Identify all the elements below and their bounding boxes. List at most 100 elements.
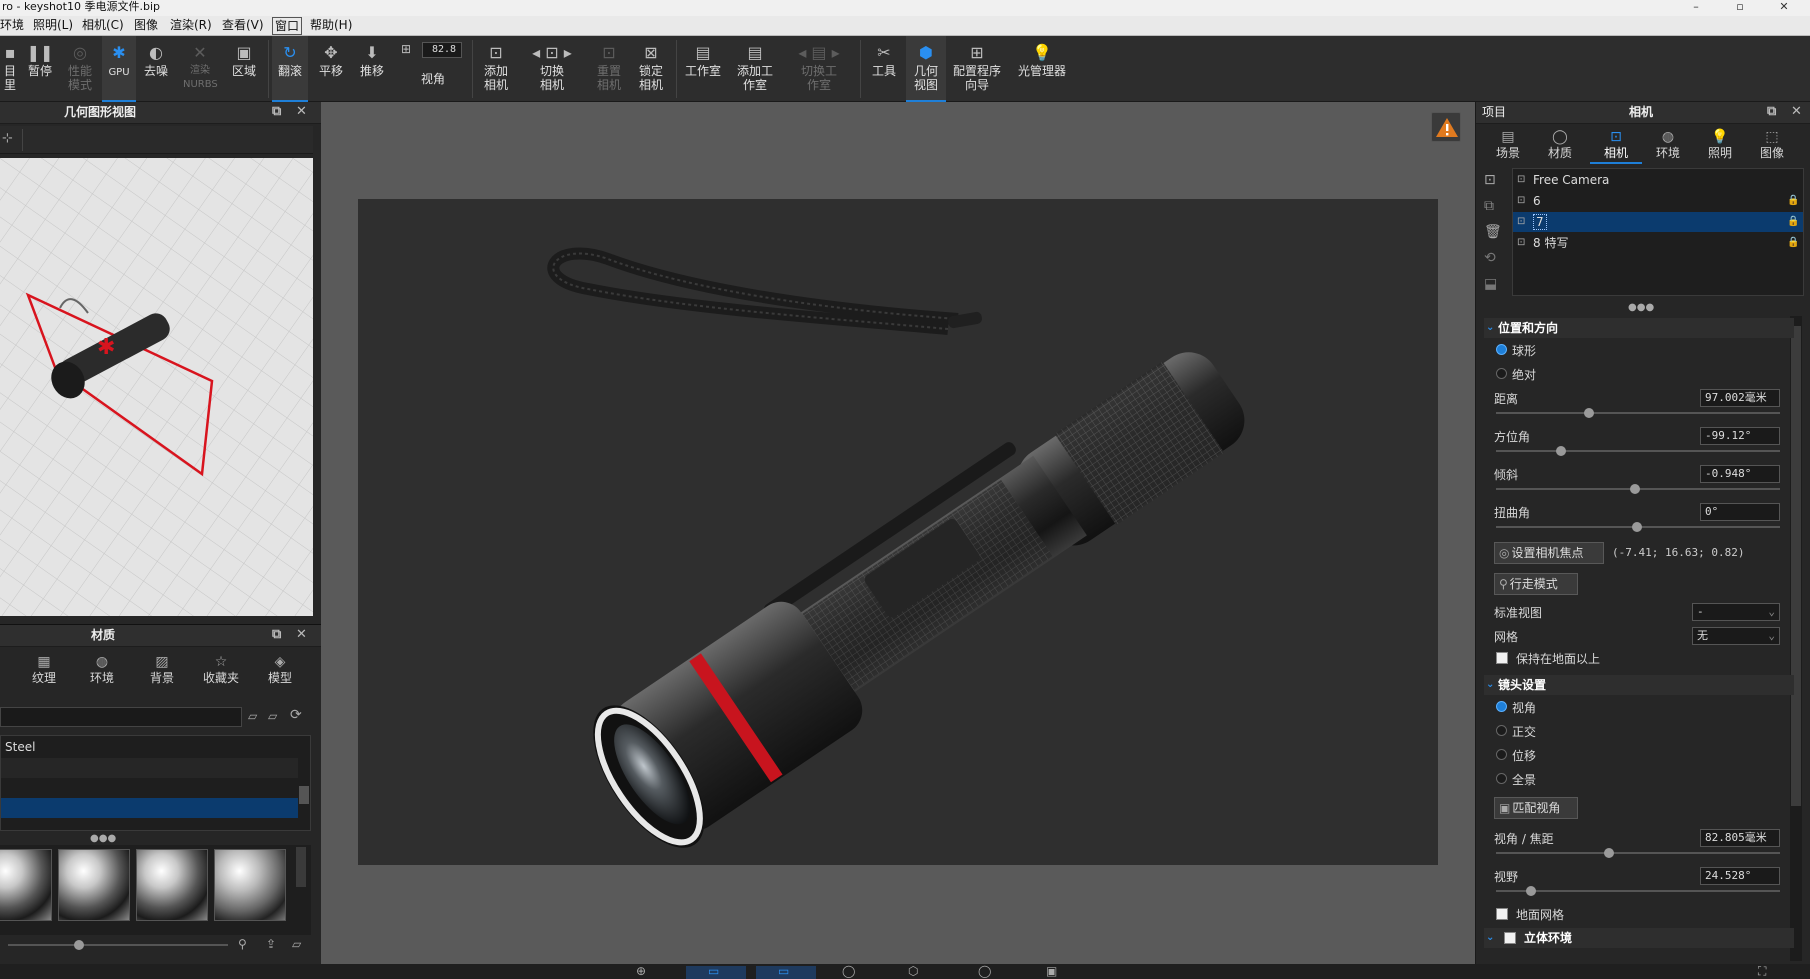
fov-input[interactable]: 82.8 (422, 42, 462, 58)
scrollbar-thumb[interactable] (1791, 326, 1801, 806)
thumbnail-size-knob[interactable] (74, 940, 84, 950)
toolbar-add-camera-button[interactable]: ⊡ 添加相机 (476, 36, 516, 102)
inclination-slider-knob[interactable] (1630, 484, 1640, 494)
toolbar-studio-button[interactable]: ▤ 工作室 (680, 36, 726, 102)
refresh-icon[interactable]: ⟳ (290, 707, 302, 723)
camera-list-item-selected[interactable]: ⊡ 7 🔒 (1513, 212, 1803, 232)
toolbar-gpu-button[interactable]: ✱ GPU (102, 36, 136, 102)
tab-image[interactable]: ⬚ 图像 (1750, 128, 1794, 164)
radio-panoramic[interactable] (1496, 773, 1507, 784)
material-tab-favorites[interactable]: ☆ 收藏夹 (198, 653, 244, 689)
toolbar-tools-button[interactable]: ✂ 工具 (864, 36, 904, 102)
distance-slider-knob[interactable] (1584, 408, 1594, 418)
tab-camera[interactable]: ⊡ 相机 (1590, 128, 1642, 164)
float-panel-icon[interactable]: ⧉ (272, 102, 281, 122)
radio-absolute[interactable] (1496, 368, 1507, 379)
menu-view[interactable]: 查看(V) (222, 16, 264, 36)
geometry-viewport[interactable]: ✱ (0, 158, 313, 616)
material-thumbnail[interactable] (0, 849, 52, 921)
material-tab-texture[interactable]: ▦ 纹理 (22, 653, 66, 689)
lock-icon[interactable]: 🔒 (1787, 233, 1799, 253)
field-of-view-slider[interactable] (1496, 890, 1780, 892)
camera-list-item[interactable]: ⊡ 8 特写 🔒 (1513, 233, 1803, 253)
reset-icon[interactable]: ⟲ (1484, 250, 1496, 266)
tab-lighting[interactable]: 💡 照明 (1698, 128, 1742, 164)
material-thumbnail[interactable] (58, 849, 130, 921)
material-search-input[interactable] (0, 707, 242, 727)
field-of-view-input[interactable]: 24.528° (1700, 867, 1780, 885)
material-folder-list[interactable]: Steel (0, 735, 311, 831)
properties-scrollbar[interactable] (1790, 316, 1802, 961)
menu-image[interactable]: 图像 (134, 16, 158, 36)
azimuth-slider[interactable] (1496, 450, 1780, 452)
minimize-button[interactable]: – (1676, 0, 1716, 16)
azimuth-slider-knob[interactable] (1556, 446, 1566, 456)
import-icon[interactable]: ⊕ (636, 964, 646, 978)
thumbnail-size-slider[interactable] (8, 944, 228, 946)
folder-open-icon[interactable]: ▱ (248, 709, 257, 723)
close-window-button[interactable]: ✕ (1764, 0, 1804, 16)
walk-mode-button[interactable]: ⚲ 行走模式 (1494, 573, 1578, 595)
toolbar-performance-button[interactable]: ◎ 性能模式 (62, 36, 98, 102)
twist-slider-knob[interactable] (1632, 522, 1642, 532)
material-tab-model[interactable]: ◈ 模型 (258, 653, 302, 689)
menu-render[interactable]: 渲染(R) (170, 16, 212, 36)
toolbar-nurbs-button[interactable]: ✕ 渲染NURBS (178, 36, 222, 102)
distance-input[interactable]: 97.002毫米 (1700, 389, 1780, 407)
menu-help[interactable]: 帮助(H) (310, 16, 352, 36)
camera-list-item[interactable]: ⊡ 6 🔒 (1513, 191, 1803, 211)
keep-above-ground-checkbox[interactable] (1496, 652, 1508, 664)
tab-material[interactable]: ◯ 材质 (1538, 128, 1582, 164)
match-perspective-button[interactable]: ▣ 匹配视角 (1494, 797, 1578, 819)
stereo-checkbox[interactable] (1504, 932, 1516, 944)
field-of-view-slider-knob[interactable] (1526, 886, 1536, 896)
library-toggle-button[interactable]: ▭ (686, 964, 746, 979)
toolbar-denoise-button[interactable]: ◐ 去噪 (138, 36, 174, 102)
splitter-handle[interactable]: ●●● (1628, 302, 1654, 313)
folder-add-icon[interactable]: ▱ (268, 709, 277, 723)
standard-view-select[interactable]: - ⌄ (1692, 603, 1780, 621)
material-thumbnail[interactable] (136, 849, 208, 921)
radio-perspective[interactable] (1496, 701, 1507, 712)
section-position-header[interactable]: ⌄ 位置和方向 (1484, 318, 1794, 338)
lock-icon[interactable]: 🔒 (1787, 212, 1799, 232)
radio-shift[interactable] (1496, 749, 1507, 760)
duplicate-camera-icon[interactable]: ⧉ (1484, 198, 1494, 214)
ground-grid-checkbox[interactable] (1496, 908, 1508, 920)
splitter-handle[interactable]: ●●● (90, 833, 116, 844)
azimuth-input[interactable]: -99.12° (1700, 427, 1780, 445)
toolbar-switch-studio-button[interactable]: ◂ ▤ ▸ 切换工作室 (786, 36, 852, 102)
grid-select[interactable]: 无 ⌄ (1692, 627, 1780, 645)
upload-icon[interactable]: ⇪ (266, 937, 276, 951)
gizmo-icon[interactable]: ⊹ (2, 131, 13, 146)
toolbar-lock-camera-button[interactable]: ⊠ 锁定相机 (632, 36, 670, 102)
scrollbar[interactable] (296, 847, 306, 887)
close-panel-icon[interactable]: ✕ (1791, 102, 1802, 122)
material-tab-background[interactable]: ▨ 背景 (140, 653, 184, 689)
toolbar-add-studio-button[interactable]: ▤ 添加工作室 (730, 36, 780, 102)
render-icon[interactable]: ◯ (978, 964, 991, 978)
search-icon[interactable]: ⚲ (238, 937, 247, 951)
add-camera-icon[interactable]: ⊡ (1484, 172, 1496, 188)
toolbar-configurator-button[interactable]: ⊞ 配置程序向导 (950, 36, 1004, 102)
toolbar-pause-button[interactable]: ❚❚ 暂停 (22, 36, 58, 102)
menu-environment[interactable]: 环境 (0, 16, 24, 36)
radio-spherical[interactable] (1496, 344, 1507, 355)
maximize-button[interactable]: ▫ (1720, 0, 1760, 16)
project-toggle-button[interactable]: ▭ (756, 964, 816, 979)
tab-scene[interactable]: ▤ 场景 (1486, 128, 1530, 164)
radio-orthographic[interactable] (1496, 725, 1507, 736)
material-thumbnail[interactable] (214, 849, 286, 921)
menu-window[interactable]: 窗口 (272, 17, 303, 35)
screenshot-icon[interactable]: ▣ (1046, 964, 1057, 978)
toolbar-pan-button[interactable]: ✥ 平移 (312, 36, 350, 102)
delete-icon[interactable]: 🗑 (1484, 224, 1502, 240)
focal-length-slider[interactable] (1496, 852, 1780, 854)
toolbar-tumble-button[interactable]: ↻ 翻滚 (272, 36, 308, 102)
toolbar-reset-camera-button[interactable]: ⊡ 重置相机 (588, 36, 630, 102)
tab-environment[interactable]: ◍ 环境 (1646, 128, 1690, 164)
set-camera-focus-button[interactable]: ◎ 设置相机焦点 (1494, 542, 1604, 564)
section-stereo-header[interactable]: ⌄ 立体环境 (1484, 928, 1794, 948)
toolbar-light-manager-button[interactable]: 💡 光管理器 (1014, 36, 1070, 102)
warning-button[interactable] (1431, 112, 1461, 142)
